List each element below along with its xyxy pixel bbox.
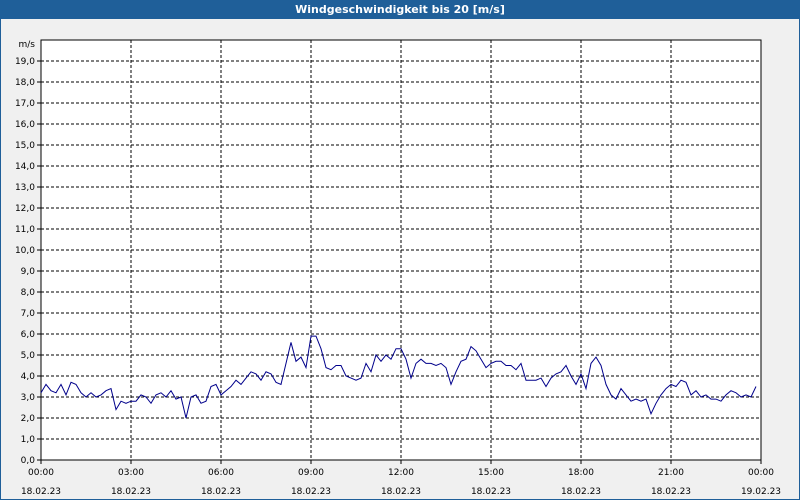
- y-tick-label: 15,0: [15, 141, 35, 151]
- y-tick-label: 7,0: [21, 309, 36, 319]
- y-tick-label: 1,0: [21, 435, 36, 445]
- chart-window: Windgeschwindigkeit bis 20 [m/s] 0,0 1,0 2…: [0, 0, 800, 500]
- y-tick-label: 12,0: [15, 204, 35, 214]
- x-tick-label-time: 00:00: [28, 468, 54, 478]
- x-tick-label-date: 18.02.23: [381, 487, 421, 497]
- y-tick-label: 13,0: [15, 183, 35, 193]
- chart-title: Windgeschwindigkeit bis 20 [m/s]: [1, 1, 799, 19]
- y-tick-label: 9,0: [21, 267, 36, 277]
- y-tick-label: 4,0: [21, 372, 36, 382]
- x-tick-label-date: 18.02.23: [21, 487, 61, 497]
- x-tick-label-time: 03:00: [118, 468, 144, 478]
- y-tick-label: 8,0: [21, 288, 36, 298]
- x-tick-label-date: 19.02.23: [741, 487, 781, 497]
- x-tick-label-time: 12:00: [388, 468, 414, 478]
- y-tick-label: 16,0: [15, 120, 35, 130]
- y-tick-label: 6,0: [21, 330, 36, 340]
- y-tick-label: 5,0: [21, 351, 36, 361]
- x-tick-label-time: 18:00: [568, 468, 594, 478]
- y-tick-label: 19,0: [15, 57, 35, 67]
- y-tick-label: 10,0: [15, 246, 35, 256]
- y-tick-label: 11,0: [15, 225, 35, 235]
- x-tick-label-date: 18.02.23: [561, 487, 601, 497]
- x-tick-label-date: 18.02.23: [471, 487, 511, 497]
- x-tick-label-date: 18.02.23: [291, 487, 331, 497]
- x-tick-label-date: 18.02.23: [651, 487, 691, 497]
- y-axis-unit-label: m/s: [19, 40, 36, 50]
- y-tick-label: 17,0: [15, 99, 35, 109]
- x-tick-label-date: 18.02.23: [201, 487, 241, 497]
- y-tick-label: 14,0: [15, 162, 35, 172]
- grid: [41, 40, 761, 460]
- wind-speed-chart: 0,0 1,0 2,0 3,0 4,0 5,0 6,0 7,0 8,0 9,0 10,0 11,0 12…: [15, 39, 781, 497]
- x-tick-label-time: 21:00: [658, 468, 684, 478]
- x-tick-label-date: 18.02.23: [111, 487, 151, 497]
- y-tick-label: 3,0: [21, 393, 36, 403]
- x-tick-label-time: 09:00: [298, 468, 324, 478]
- x-tick-label-time: 15:00: [478, 468, 504, 478]
- y-tick-label: 2,0: [21, 414, 36, 424]
- x-tick-label-time: 00:00: [748, 468, 774, 478]
- x-tick-label-time: 06:00: [208, 468, 234, 478]
- y-tick-label: 18,0: [15, 78, 35, 88]
- y-tick-label: 0,0: [21, 456, 36, 466]
